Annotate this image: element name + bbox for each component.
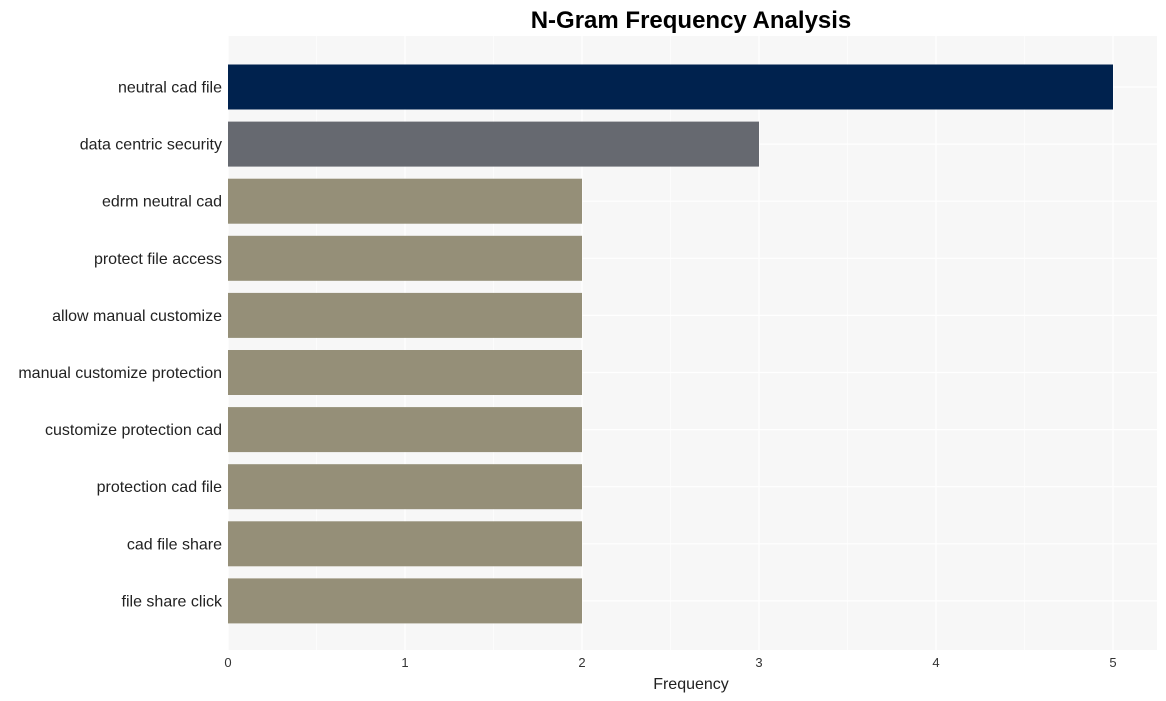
y-tick-label: protect file access bbox=[94, 251, 222, 268]
bar-protect-file-access bbox=[228, 235, 582, 281]
x-tick-label: 2 bbox=[578, 655, 585, 670]
bar-neutral-cad-file bbox=[228, 64, 1113, 110]
x-axis-ticks: 0 1 2 3 4 5 bbox=[224, 655, 1116, 670]
bar-edrm-neutral-cad bbox=[228, 178, 582, 224]
y-axis-labels: neutral cad file data centric security edr… bbox=[18, 80, 223, 611]
bar-protection-cad-file bbox=[228, 464, 582, 510]
x-tick-label: 4 bbox=[932, 655, 939, 670]
x-tick-label: 5 bbox=[1109, 655, 1116, 670]
bar-allow-manual-customize bbox=[228, 292, 582, 338]
y-tick-label: neutral cad file bbox=[118, 80, 222, 97]
x-tick-label: 1 bbox=[401, 655, 408, 670]
y-tick-label: manual customize protection bbox=[18, 365, 222, 382]
bar-file-share-click bbox=[228, 578, 582, 624]
bar-customize-protection-cad bbox=[228, 407, 582, 453]
y-tick-label: customize protection cad bbox=[45, 422, 222, 439]
x-tick-label: 0 bbox=[224, 655, 231, 670]
chart-title: N-Gram Frequency Analysis bbox=[531, 7, 852, 34]
x-axis-label: Frequency bbox=[653, 676, 729, 693]
y-tick-label: allow manual customize bbox=[52, 308, 222, 325]
bar-manual-customize-protection bbox=[228, 350, 582, 395]
y-tick-label: data centric security bbox=[80, 137, 222, 154]
y-tick-label: edrm neutral cad bbox=[102, 194, 222, 211]
chart: N-Gram Frequency Analysis neutral cad fi… bbox=[18, 7, 1157, 693]
y-tick-label: cad file share bbox=[127, 536, 222, 553]
bar-cad-file-share bbox=[228, 521, 582, 567]
y-tick-label: protection cad file bbox=[97, 479, 223, 496]
bar-data-centric-security bbox=[228, 121, 759, 167]
y-tick-label: file share click bbox=[122, 593, 223, 610]
x-tick-label: 3 bbox=[755, 655, 762, 670]
